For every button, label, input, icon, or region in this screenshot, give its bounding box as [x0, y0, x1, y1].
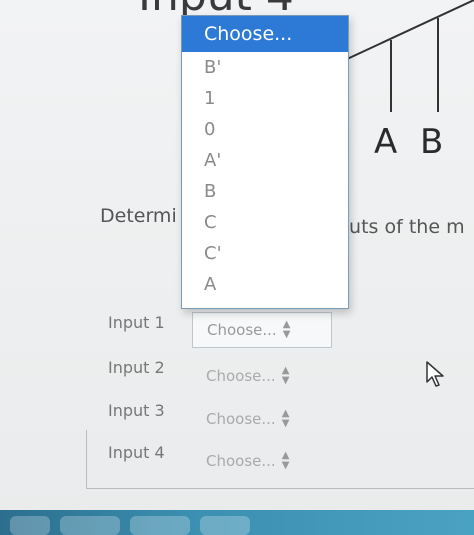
dropdown-option[interactable]: A' [182, 145, 348, 176]
description-right: puts of the m [337, 216, 465, 238]
diagram-label-b: B [420, 122, 444, 162]
select-arrows-icon: ▲ ▼ [281, 365, 290, 386]
dropdown-option[interactable]: 0 [182, 114, 348, 145]
input-2-label: Input 2 [108, 358, 165, 377]
frame-border-left [86, 430, 87, 488]
select-arrows-icon: ▲ ▼ [281, 450, 290, 471]
input-4-select[interactable]: Choose... ▲ ▼ [192, 443, 332, 479]
dropdown-option[interactable]: B [182, 176, 348, 207]
input-3-value: Choose... [206, 410, 276, 428]
input-3-label: Input 3 [108, 401, 165, 420]
input-1-select[interactable]: Choose... ▲ ▼ [192, 312, 332, 348]
taskbar-button[interactable] [10, 516, 50, 535]
description-left: Determi [100, 205, 177, 227]
taskbar-button[interactable] [200, 516, 250, 535]
dropdown-option[interactable]: 1 [182, 83, 348, 114]
input-1-value: Choose... [207, 321, 277, 339]
logic-diagram [345, 0, 474, 112]
mouse-pointer-icon [426, 361, 444, 387]
input-3-select[interactable]: Choose... ▲ ▼ [192, 401, 332, 437]
dropdown-option[interactable]: Choose... [182, 16, 348, 52]
dropdown-option[interactable]: B' [182, 52, 348, 83]
input-4-label: Input 4 [108, 443, 165, 462]
taskbar-button[interactable] [60, 516, 120, 535]
taskbar-button[interactable] [130, 516, 190, 535]
input-1-dropdown-list[interactable]: Choose... B' 1 0 A' B C C' A [181, 15, 349, 309]
dropdown-option[interactable]: A [182, 269, 348, 300]
diagram-label-a: A [374, 122, 398, 162]
select-arrows-icon: ▲ ▼ [281, 408, 290, 429]
input-2-select[interactable]: Choose... ▲ ▼ [192, 358, 332, 394]
dropdown-option[interactable]: C' [182, 238, 348, 269]
input-4-value: Choose... [206, 452, 276, 470]
frame-border-bottom [86, 488, 474, 489]
dropdown-option[interactable]: C [182, 207, 348, 238]
input-1-label: Input 1 [108, 313, 165, 332]
page: Input 4 A B Determi puts of the m Input … [0, 0, 474, 535]
taskbar [0, 510, 474, 535]
select-arrows-icon: ▲ ▼ [282, 319, 291, 340]
input-2-value: Choose... [206, 367, 276, 385]
